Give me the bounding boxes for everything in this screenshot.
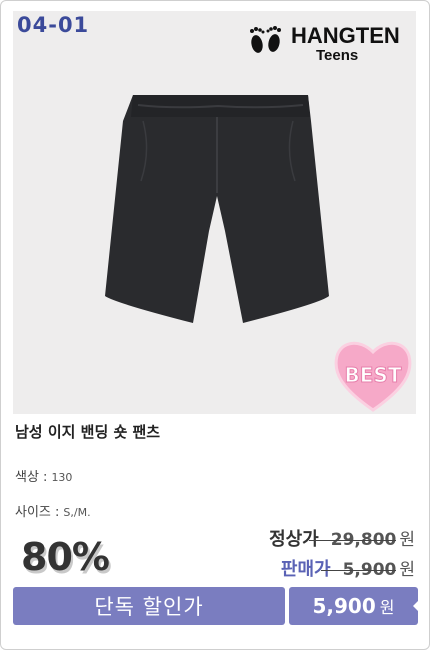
best-badge-text: BEST xyxy=(345,363,402,387)
exclusive-discount-label: 단독 할인가 xyxy=(94,595,204,619)
brand-subline: Teens xyxy=(316,47,359,64)
discount-rate: 80% xyxy=(21,535,110,579)
exclusive-price-box[interactable]: 5,900 원 xyxy=(289,587,418,625)
regular-price-currency: 원 xyxy=(399,530,415,550)
product-code: 04-01 xyxy=(17,13,90,37)
color-value: 130 xyxy=(51,471,73,484)
product-image-shorts xyxy=(105,95,329,323)
size-option: 사이즈 : S,/M. xyxy=(15,501,91,520)
regular-price-row: 정상가 29,800 원 xyxy=(269,525,415,551)
brand-name: HANGTEN xyxy=(291,23,400,48)
exclusive-price-bar[interactable]: 단독 할인가 5,900 원 xyxy=(12,587,419,625)
regular-price-value: 29,800 xyxy=(308,530,397,550)
sale-price-label: 판매가 xyxy=(280,559,331,580)
color-option: 색상 :130 xyxy=(15,466,72,485)
brand-logo: HANGTEN Teens xyxy=(246,21,406,66)
product-photo[interactable]: 04-01 HANGTEN Teens BEST xyxy=(13,11,416,414)
sale-price-currency: 원 xyxy=(399,560,415,580)
regular-price-label: 정상가 xyxy=(269,529,319,550)
footprints-logo-icon xyxy=(250,26,281,53)
size-value: S,/M. xyxy=(63,506,91,519)
sale-price-row: 판매가 5,900 원 xyxy=(281,555,415,581)
exclusive-price-currency: 원 xyxy=(379,598,395,617)
exclusive-discount-button[interactable]: 단독 할인가 xyxy=(13,587,285,625)
product-card[interactable]: 04-01 HANGTEN Teens BEST 남성 이지 밴딩 숏 팬츠 색… xyxy=(0,0,430,650)
exclusive-price-value: 5,900 xyxy=(312,594,376,618)
size-label: 사이즈 : xyxy=(15,505,60,520)
sale-price-value: 5,900 xyxy=(320,560,397,580)
color-label: 색상 : xyxy=(15,470,48,485)
product-title[interactable]: 남성 이지 밴딩 숏 팬츠 xyxy=(15,421,160,442)
heart-badge-icon: BEST xyxy=(334,341,412,412)
